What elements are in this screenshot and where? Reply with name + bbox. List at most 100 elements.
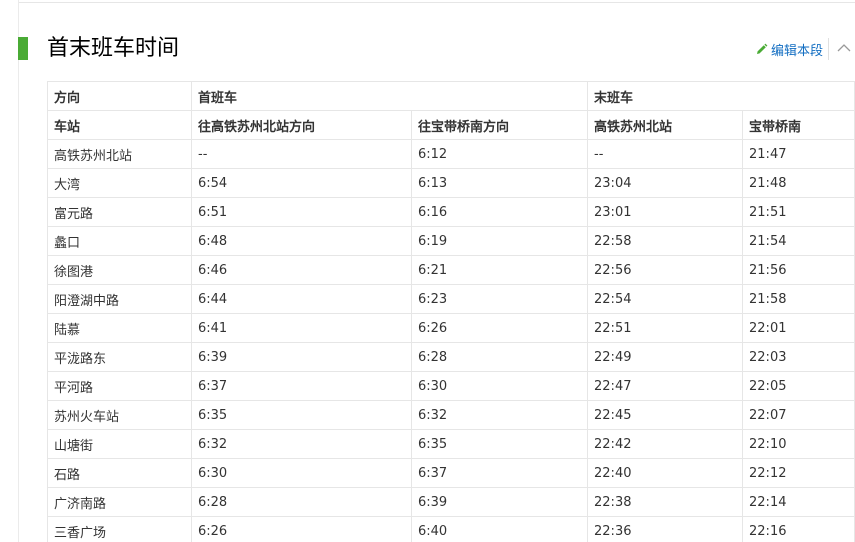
last-south-cell: 22:16 (742, 516, 855, 542)
first-south-cell: 6:32 (410, 400, 589, 430)
table-row: 石路 6:30 6:37 22:40 22:12 (47, 458, 855, 488)
station-cell: 徐图港 (47, 255, 192, 285)
first-south-cell: 6:28 (410, 342, 589, 372)
last-south-cell: 21:58 (742, 284, 855, 314)
first-south-cell: 6:30 (410, 371, 589, 401)
first-north-cell: 6:26 (191, 516, 412, 542)
station-cell: 阳澄湖中路 (47, 284, 192, 314)
section-title: 首末班车时间 (47, 36, 180, 61)
first-north-cell: 6:37 (191, 371, 412, 401)
last-north-cell: 22:54 (587, 284, 744, 314)
first-south-cell: 6:37 (410, 458, 589, 488)
first-south-cell: 6:40 (410, 516, 589, 542)
first-north-cell: 6:41 (191, 313, 412, 343)
table-row: 徐图港 6:46 6:21 22:56 21:56 (47, 255, 855, 285)
first-south-cell: 6:26 (410, 313, 589, 343)
first-south-cell: 6:21 (410, 255, 589, 285)
header-direction: 方向 (47, 81, 192, 111)
station-cell: 广济南路 (47, 487, 192, 517)
edit-section-label: 编辑本段 (771, 43, 824, 59)
header-first-to-north: 往高铁苏州北站方向 (191, 110, 412, 140)
first-north-cell: 6:39 (191, 342, 412, 372)
last-north-cell: 23:01 (587, 197, 744, 227)
last-north-cell: 22:42 (587, 429, 744, 459)
station-cell: 山塘街 (47, 429, 192, 459)
header-station: 车站 (47, 110, 192, 140)
header-last-train: 末班车 (587, 81, 855, 111)
left-border-rule (18, 0, 19, 542)
table-row: 平河路 6:37 6:30 22:47 22:05 (47, 371, 855, 401)
station-cell: 平泷路东 (47, 342, 192, 372)
last-south-cell: 22:14 (742, 487, 855, 517)
header-last-south: 宝带桥南 (742, 110, 855, 140)
first-north-cell: 6:35 (191, 400, 412, 430)
first-north-cell: 6:46 (191, 255, 412, 285)
station-cell: 大湾 (47, 168, 192, 198)
last-north-cell: 22:36 (587, 516, 744, 542)
last-north-cell: 22:38 (587, 487, 744, 517)
sub-header-row: 车站 往高铁苏州北站方向 往宝带桥南方向 高铁苏州北站 宝带桥南 (47, 110, 855, 140)
table-row: 高铁苏州北站 -- 6:12 -- 21:47 (47, 139, 855, 169)
first-north-cell: 6:48 (191, 226, 412, 256)
first-north-cell: 6:28 (191, 487, 412, 517)
station-cell: 陆慕 (47, 313, 192, 343)
group-header-row: 方向 首班车 末班车 (47, 81, 855, 111)
schedule-table-body: 方向 首班车 末班车 车站 往高铁苏州北站方向 往宝带桥南方向 高铁苏州北站 宝… (47, 81, 855, 542)
section-accent-bar (18, 37, 28, 60)
first-south-cell: 6:35 (410, 429, 589, 459)
station-cell: 高铁苏州北站 (47, 139, 192, 169)
last-south-cell: 22:03 (742, 342, 855, 372)
last-south-cell: 22:05 (742, 371, 855, 401)
station-cell: 富元路 (47, 197, 192, 227)
table-row: 陆慕 6:41 6:26 22:51 22:01 (47, 313, 855, 343)
last-south-cell: 22:12 (742, 458, 855, 488)
last-south-cell: 21:54 (742, 226, 855, 256)
last-north-cell: 22:40 (587, 458, 744, 488)
first-south-cell: 6:12 (410, 139, 589, 169)
first-south-cell: 6:23 (410, 284, 589, 314)
header-first-to-south: 往宝带桥南方向 (410, 110, 589, 140)
table-row: 苏州火车站 6:35 6:32 22:45 22:07 (47, 400, 855, 430)
previous-section-edge (18, 0, 855, 3)
header-divider (828, 38, 829, 60)
table-row: 平泷路东 6:39 6:28 22:49 22:03 (47, 342, 855, 372)
section-header: 首末班车时间 编辑本段 (18, 34, 855, 64)
first-north-cell: -- (191, 139, 412, 169)
table-row: 大湾 6:54 6:13 23:04 21:48 (47, 168, 855, 198)
edit-section-link[interactable]: 编辑本段 (755, 39, 823, 59)
first-north-cell: 6:30 (191, 458, 412, 488)
first-south-cell: 6:13 (410, 168, 589, 198)
first-north-cell: 6:51 (191, 197, 412, 227)
last-south-cell: 21:51 (742, 197, 855, 227)
chevron-up-icon[interactable] (836, 41, 852, 55)
first-south-cell: 6:16 (410, 197, 589, 227)
header-first-train: 首班车 (190, 81, 589, 111)
first-north-cell: 6:32 (191, 429, 412, 459)
table-row: 三香广场 6:26 6:40 22:36 22:16 (47, 516, 855, 542)
last-south-cell: 21:48 (742, 168, 855, 198)
header-last-north: 高铁苏州北站 (587, 110, 744, 140)
station-cell: 蠡口 (47, 226, 192, 256)
first-north-cell: 6:54 (191, 168, 412, 198)
pencil-icon (755, 43, 768, 56)
last-north-cell: 22:45 (587, 400, 744, 430)
table-row: 山塘街 6:32 6:35 22:42 22:10 (47, 429, 855, 459)
last-north-cell: 22:49 (587, 342, 744, 372)
last-north-cell: 22:47 (587, 371, 744, 401)
table-row: 富元路 6:51 6:16 23:01 21:51 (47, 197, 855, 227)
last-south-cell: 22:01 (742, 313, 855, 343)
first-south-cell: 6:19 (410, 226, 589, 256)
last-south-cell: 21:56 (742, 255, 855, 285)
table-row: 蠡口 6:48 6:19 22:58 21:54 (47, 226, 855, 256)
last-north-cell: 22:56 (587, 255, 744, 285)
table-row: 阳澄湖中路 6:44 6:23 22:54 21:58 (47, 284, 855, 314)
station-cell: 平河路 (47, 371, 192, 401)
last-south-cell: 22:07 (742, 400, 855, 430)
first-north-cell: 6:44 (191, 284, 412, 314)
last-north-cell: 22:58 (587, 226, 744, 256)
table-row: 广济南路 6:28 6:39 22:38 22:14 (47, 487, 855, 517)
first-south-cell: 6:39 (410, 487, 589, 517)
last-north-cell: 23:04 (587, 168, 744, 198)
station-cell: 三香广场 (47, 516, 192, 542)
schedule-table: 方向 首班车 末班车 车站 往高铁苏州北站方向 往宝带桥南方向 高铁苏州北站 宝… (47, 81, 855, 542)
